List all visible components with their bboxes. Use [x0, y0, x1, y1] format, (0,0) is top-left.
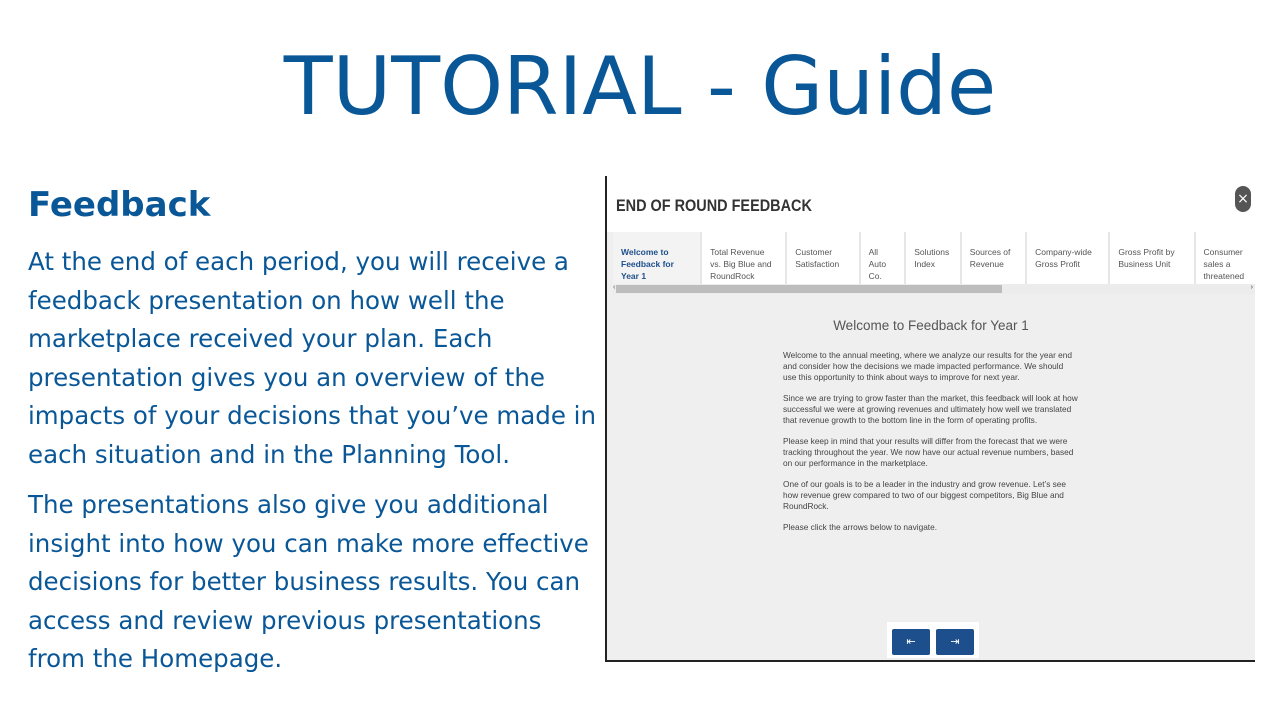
content-paragraph: Welcome to the annual meeting, where we … — [783, 350, 1073, 382]
feedback-tabs: Welcome to Feedback for Year 1 Total Rev… — [613, 232, 1255, 284]
tabs-scrollbar[interactable]: ‹ › — [613, 284, 1255, 294]
content-paragraph: Since we are trying to grow faster than … — [783, 393, 1078, 425]
slide-title: TUTORIAL - Guide — [283, 40, 997, 133]
tab-gross-profit-bu[interactable]: Gross Profit by Business Unit — [1110, 232, 1194, 284]
feedback-screenshot: END OF ROUND FEEDBACK × Welcome to Feedb… — [605, 176, 1255, 662]
tab-welcome[interactable]: Welcome to Feedback for Year 1 — [613, 232, 701, 284]
scroll-left-icon[interactable]: ‹ — [613, 284, 615, 291]
content-title: Welcome to Feedback for Year 1 — [833, 318, 1029, 333]
next-arrow-icon[interactable]: ⇥ — [936, 629, 974, 655]
scroll-thumb[interactable] — [616, 285, 1002, 293]
paragraph-1: At the end of each period, you will rece… — [28, 247, 597, 469]
slide-text-column: Feedback At the end of each period, you … — [28, 185, 598, 691]
tab-all-auto[interactable]: All Auto Co. — [860, 232, 905, 284]
tab-gross-profit[interactable]: Company-wide Gross Profit — [1027, 232, 1109, 284]
tab-total-revenue[interactable]: Total Revenue vs. Big Blue and RoundRock — [702, 232, 786, 284]
content-body: Welcome to the annual meeting, where we … — [783, 350, 1078, 543]
tab-solutions-index[interactable]: Solutions Index — [906, 232, 960, 284]
nav-controls: ⇤ ⇥ — [887, 622, 979, 658]
feedback-title: END OF ROUND FEEDBACK — [616, 196, 812, 215]
feedback-header: END OF ROUND FEEDBACK × — [607, 176, 1255, 232]
tab-sources-revenue[interactable]: Sources of Revenue — [961, 232, 1026, 284]
content-paragraph: One of our goals is to be a leader in th… — [783, 479, 1067, 511]
paragraph-2: The presentations also give you addition… — [28, 490, 589, 673]
content-paragraph: Please keep in mind that your results wi… — [783, 436, 1074, 468]
content-paragraph: Please click the arrows below to navigat… — [783, 522, 938, 532]
scroll-right-icon[interactable]: › — [1251, 284, 1253, 291]
tab-consumer-sales[interactable]: Consumer sales a threatened — [1195, 232, 1255, 284]
prev-arrow-icon[interactable]: ⇤ — [892, 629, 930, 655]
tab-customer-satisfaction[interactable]: Customer Satisfaction — [787, 232, 859, 284]
section-heading: Feedback — [28, 185, 211, 225]
close-icon[interactable]: × — [1235, 186, 1251, 212]
